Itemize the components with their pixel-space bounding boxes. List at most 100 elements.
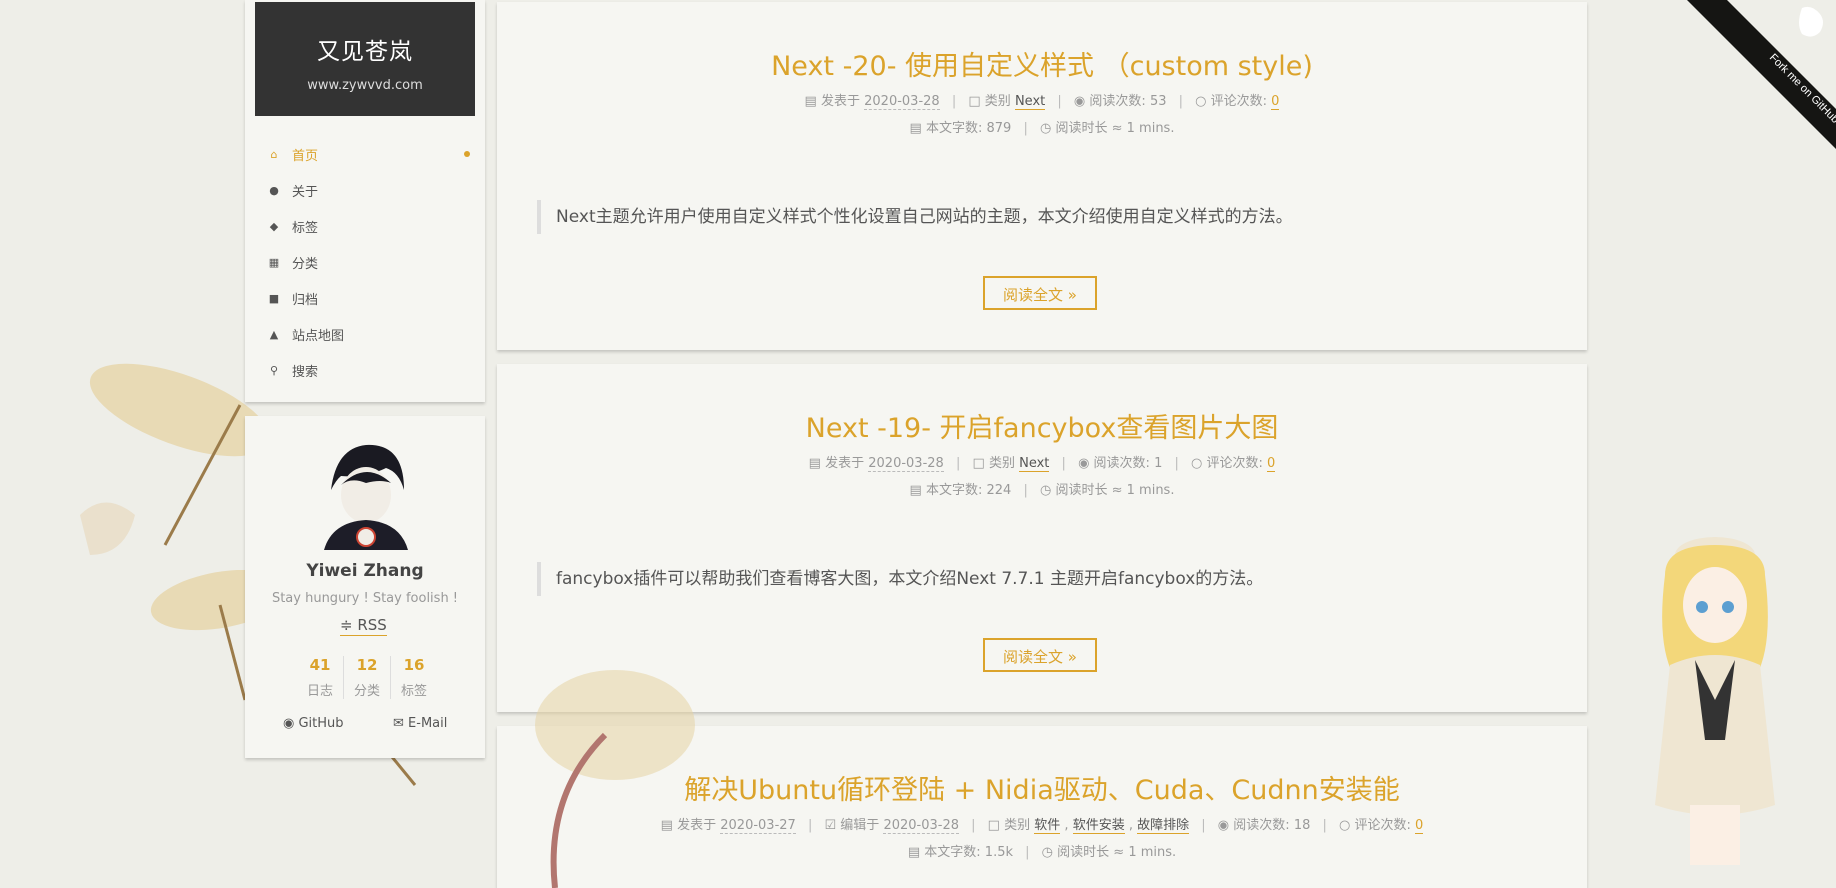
post-card: Next -19- 开启fancybox查看图片大图 ▤ 发表于 2020-03… <box>497 364 1587 712</box>
meta-category-label: 类别 <box>1004 818 1031 833</box>
menu-item-home[interactable]: ⌂ 首页 <box>245 136 485 172</box>
stat-label: 分类 <box>353 684 380 699</box>
clock-icon: ◷ <box>1039 121 1052 136</box>
site-brand[interactable]: 又见苍岚 www.zywvvd.com <box>255 2 475 116</box>
post-word-count: 224 <box>986 483 1012 498</box>
character-decoration <box>1655 537 1775 865</box>
meta-views-label: 阅读次数: <box>1093 456 1150 471</box>
meta-words-label: 本文字数: <box>925 121 983 136</box>
stat-number: 12 <box>356 656 378 674</box>
menu-item-about[interactable]: ● 关于 <box>245 172 485 208</box>
envelope-icon: ✉ <box>393 716 404 731</box>
menu-item-label: 站点地图 <box>292 328 345 344</box>
stat-posts[interactable]: 41 日志 <box>297 656 343 699</box>
post-excerpt: Next主题允许用户使用自定义样式个性化设置自己网站的主题，本文介绍使用自定义样… <box>537 200 1556 234</box>
meta-category-label: 类别 <box>988 456 1015 471</box>
author-motto: Stay hungury ! Stay foolish ! <box>271 591 459 606</box>
archive-icon: ■ <box>268 291 280 305</box>
clock-icon: ◷ <box>1039 483 1052 498</box>
author-profile-panel: Yiwei Zhang Stay hungury ! Stay foolish … <box>245 416 485 758</box>
stat-tags[interactable]: 16 标签 <box>390 656 437 699</box>
meta-readtime-label: 阅读时长 ≈ <box>1055 483 1123 498</box>
fork-me-ribbon[interactable]: Fork me on GitHub <box>1687 0 1836 149</box>
menu-item-sitemap[interactable]: ▲ 站点地图 <box>245 316 485 352</box>
rss-link[interactable]: ≑ RSS <box>340 616 387 636</box>
meta-words-label: 本文字数: <box>924 845 981 860</box>
calendar-icon: ▤ <box>808 456 821 471</box>
post-read-time: 1 mins. <box>1128 845 1177 860</box>
eye-icon: ◉ <box>1073 94 1086 109</box>
meta-comments-label: 评论次数: <box>1206 456 1263 471</box>
umbrella-decoration-4 <box>535 670 695 888</box>
email-link[interactable]: ✉ E-Mail <box>393 716 447 731</box>
post-category-link[interactable]: 故障排除 <box>1137 818 1190 834</box>
sidebar-menu: ⌂ 首页 ● 关于 ◆ 标签 ▦ 分类 ■ 归档 ▲ 站点地图 ⚲ 搜索 <box>245 136 485 388</box>
menu-item-tags[interactable]: ◆ 标签 <box>245 208 485 244</box>
tags-icon: ◆ <box>269 219 279 233</box>
meta-views-label: 阅读次数: <box>1233 818 1290 833</box>
post-card: Next -20- 使用自定义样式 （custom style) ▤ 发表于 2… <box>497 2 1587 350</box>
stat-categories[interactable]: 12 分类 <box>343 656 390 699</box>
search-icon: ⚲ <box>269 363 279 377</box>
eye-icon: ◉ <box>1078 456 1090 471</box>
stat-label: 标签 <box>400 684 427 699</box>
menu-item-label: 标签 <box>292 220 319 236</box>
read-more-button[interactable]: 阅读全文 » <box>983 638 1097 672</box>
site-subtitle: www.zywvvd.com <box>307 78 423 93</box>
post-edited-date: 2020-03-28 <box>883 818 959 834</box>
github-link[interactable]: ◉ GitHub <box>283 716 344 731</box>
post-meta: ▤ 发表于 2020-03-28 | □ 类别 Next | ◉ 阅读次数: 1… <box>808 456 1276 472</box>
read-more-button[interactable]: 阅读全文 » <box>983 276 1097 310</box>
meta-posted-label: 发表于 <box>820 94 860 109</box>
github-octocat-icon: Fork me on GitHub <box>1687 0 1836 149</box>
sitemap-icon: ▲ <box>269 327 279 341</box>
post-title[interactable]: Next -19- 开启fancybox查看图片大图 <box>497 406 1587 445</box>
post-category-link[interactable]: Next <box>1014 94 1046 110</box>
post-title[interactable]: Next -20- 使用自定义样式 （custom style) <box>497 44 1587 83</box>
meta-views-label: 阅读次数: <box>1089 94 1146 109</box>
folder-icon: □ <box>987 818 1000 833</box>
menu-item-archives[interactable]: ■ 归档 <box>245 280 485 316</box>
menu-item-search[interactable]: ⚲ 搜索 <box>245 352 485 388</box>
meta-words-label: 本文字数: <box>925 483 983 498</box>
post-comments[interactable]: 0 <box>1267 456 1276 472</box>
site-title[interactable]: 又见苍岚 <box>255 32 475 66</box>
post-meta: ▤ 发表于 2020-03-28 | □ 类别 Next | ◉ 阅读次数: 5… <box>804 94 1280 110</box>
post-date: 2020-03-28 <box>868 456 944 472</box>
user-icon: ● <box>269 183 279 197</box>
folder-icon: □ <box>968 94 981 109</box>
meta-posted-label: 发表于 <box>825 456 865 471</box>
post-comments[interactable]: 0 <box>1271 94 1280 110</box>
meta-readtime-label: 阅读时长 ≈ <box>1057 845 1125 860</box>
stat-label: 日志 <box>306 684 333 699</box>
th-icon: ▦ <box>268 255 280 269</box>
eye-icon: ◉ <box>1217 818 1230 833</box>
meta-comments-label: 评论次数: <box>1210 94 1268 109</box>
menu-item-label: 分类 <box>292 256 319 272</box>
comment-icon: ○ <box>1339 818 1351 833</box>
rss-label: RSS <box>357 616 387 634</box>
post-category-link[interactable]: 软件 <box>1034 818 1061 834</box>
menu-item-label: 归档 <box>292 292 319 308</box>
menu-item-label: 首页 <box>292 148 319 164</box>
post-read-time: 1 mins. <box>1126 483 1175 498</box>
calendar-icon: ▤ <box>804 94 817 109</box>
menu-item-label: 搜索 <box>292 364 319 380</box>
email-label: E-Mail <box>408 716 448 731</box>
post-views: 1 <box>1154 456 1163 471</box>
site-stats: 41 日志 12 分类 16 标签 <box>297 656 437 699</box>
meta-edited-label: 编辑于 <box>840 818 880 833</box>
home-icon: ⌂ <box>270 147 278 161</box>
github-label: GitHub <box>298 716 344 731</box>
post-date: 2020-03-27 <box>720 818 796 834</box>
post-date: 2020-03-28 <box>864 94 940 110</box>
file-word-icon: ▤ <box>909 121 922 136</box>
github-icon: ◉ <box>283 716 295 731</box>
post-category-link[interactable]: Next <box>1019 456 1050 472</box>
meta-comments-label: 评论次数: <box>1354 818 1411 833</box>
post-category-link[interactable]: 软件安装 <box>1072 818 1125 834</box>
rss-icon: ≑ <box>340 616 353 634</box>
menu-item-categories[interactable]: ▦ 分类 <box>245 244 485 280</box>
file-word-icon: ▤ <box>907 845 921 860</box>
post-comments[interactable]: 0 <box>1415 818 1424 834</box>
